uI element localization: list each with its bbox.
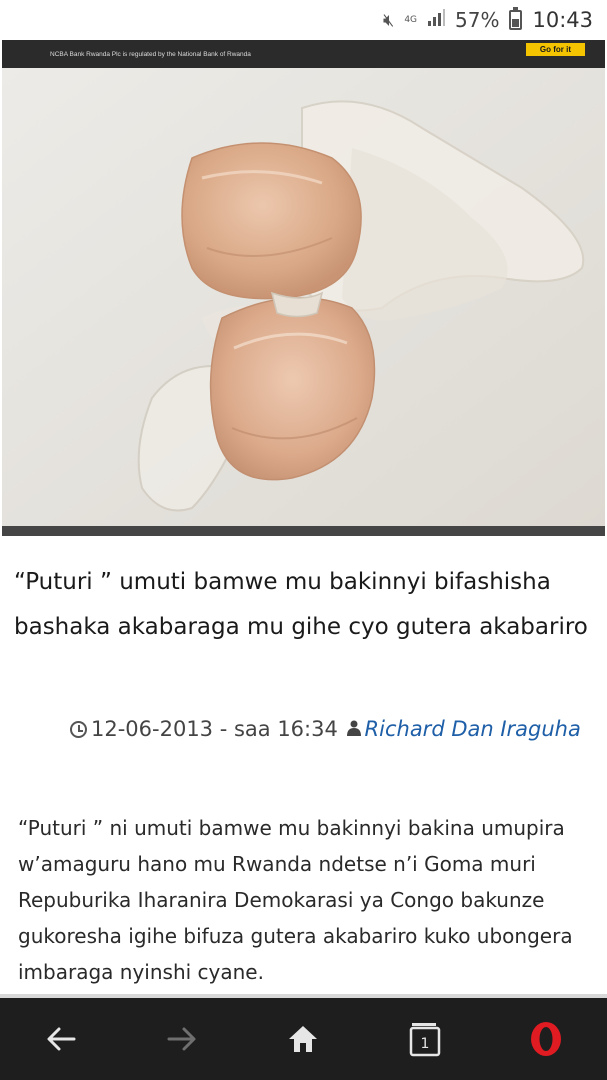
back-arrow-icon [47,1027,76,1051]
network-label: 4G [404,14,418,25]
opera-icon [531,1022,562,1056]
tabs-icon: 1 [409,1023,441,1057]
article-meta: 12-06-2013 - saa 16:34 Richard Dan Iragu… [14,710,594,750]
article-body: “Puturi ” ni umuti bamwe mu bakinnyi bak… [18,816,573,984]
tabs-button[interactable]: 1 [395,1009,455,1069]
article-hero-image [2,68,605,528]
home-icon [289,1026,318,1052]
ad-cta-button[interactable]: Go for it [525,42,585,56]
battery-icon [509,7,523,30]
signal-icon [427,8,446,32]
ad-text: NCBA Bank Rwanda Plc is regulated by the… [50,50,251,58]
author-link[interactable]: Richard Dan Iraguha [365,717,581,741]
browser-bottom-nav: 1 [0,998,607,1080]
battery-percent: 57% [455,8,500,32]
user-icon [346,712,361,750]
forward-button[interactable] [152,1009,212,1069]
home-button[interactable] [273,1009,333,1069]
clock-icon [70,721,87,738]
forward-arrow-icon [167,1027,196,1051]
mute-icon: 🔇︎ [382,9,395,31]
opera-menu-button[interactable] [516,1009,576,1069]
clock-time: 10:43 [532,8,593,32]
article-date: 12-06-2013 - saa 16:34 [91,717,338,741]
back-button[interactable] [31,1009,91,1069]
status-bar: 🔇︎ 4G 57% 10:43 [0,0,607,40]
network-type: 4G [404,14,418,25]
ad-banner[interactable]: NCBA Bank Rwanda Plc is regulated by the… [2,40,605,68]
article-title: “Puturi ” umuti bamwe mu bakinnyi bifash… [14,569,588,640]
plastic-wrapped-packets-image [2,68,605,528]
tab-count: 1 [420,1036,429,1052]
hero-divider [2,526,605,536]
